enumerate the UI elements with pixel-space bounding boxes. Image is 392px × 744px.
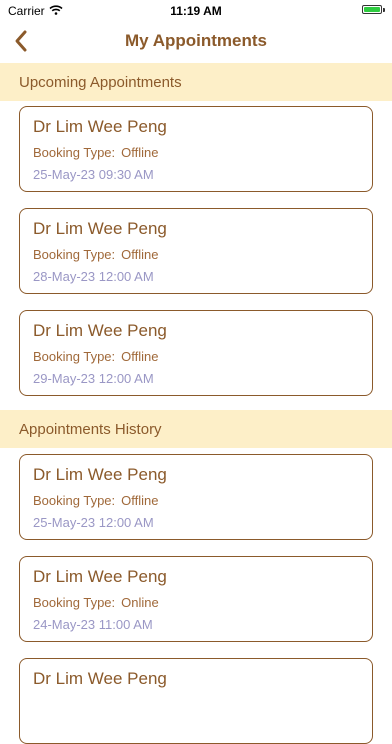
appointment-date: 25-May-23 09:30 AM <box>33 167 154 182</box>
appointment-card[interactable]: Dr Lim Wee Peng Booking Type: Offline 28-… <box>19 208 373 294</box>
status-time: 11:19 AM <box>170 4 222 18</box>
booking-type-value: Offline <box>121 493 159 508</box>
nav-bar: My Appointments <box>0 22 392 62</box>
appointment-card[interactable]: Dr Lim Wee Peng Booking Type: Offline 25-… <box>19 106 373 192</box>
doctor-name: Dr Lim Wee Peng <box>33 117 167 136</box>
appointment-card[interactable]: Dr Lim Wee Peng Booking Type: Offline 25-… <box>19 454 373 540</box>
booking-type-value: Online <box>121 595 159 610</box>
booking-type-label: Booking Type: <box>33 595 116 610</box>
appointment-card[interactable]: Dr Lim Wee Peng <box>19 658 373 744</box>
appointment-date: 29-May-23 12:00 AM <box>33 371 154 386</box>
booking-type-label: Booking Type: <box>33 247 116 262</box>
appointment-date: 24-May-23 11:00 AM <box>33 617 153 632</box>
battery-icon <box>362 5 385 14</box>
doctor-name: Dr Lim Wee Peng <box>33 219 167 238</box>
booking-type-row: Booking Type: Offline <box>33 145 159 160</box>
appointment-date: 25-May-23 12:00 AM <box>33 515 154 530</box>
booking-type-value: Offline <box>121 349 159 364</box>
booking-type-row: Booking Type: Offline <box>33 349 159 364</box>
booking-type-label: Booking Type: <box>33 145 116 160</box>
doctor-name: Dr Lim Wee Peng <box>33 465 167 484</box>
appointment-date: 28-May-23 12:00 AM <box>33 269 154 284</box>
booking-type-row: Booking Type: Offline <box>33 247 159 262</box>
booking-type-value: Offline <box>121 247 159 262</box>
status-bar: Carrier 11:19 AM <box>0 0 392 22</box>
booking-type-value: Offline <box>121 145 159 160</box>
booking-type-label: Booking Type: <box>33 493 116 508</box>
section-header-history: Appointments History <box>0 410 392 448</box>
doctor-name: Dr Lim Wee Peng <box>33 669 167 688</box>
booking-type-label: Booking Type: <box>33 349 116 364</box>
section-header-upcoming: Upcoming Appointments <box>0 63 392 101</box>
booking-type-row: Booking Type: Offline <box>33 493 159 508</box>
booking-type-row: Booking Type: Online <box>33 595 159 610</box>
doctor-name: Dr Lim Wee Peng <box>33 321 167 340</box>
appointment-card[interactable]: Dr Lim Wee Peng Booking Type: Online 24-M… <box>19 556 373 642</box>
doctor-name: Dr Lim Wee Peng <box>33 567 167 586</box>
page-title: My Appointments <box>125 31 267 50</box>
appointment-card[interactable]: Dr Lim Wee Peng Booking Type: Offline 29-… <box>19 310 373 396</box>
